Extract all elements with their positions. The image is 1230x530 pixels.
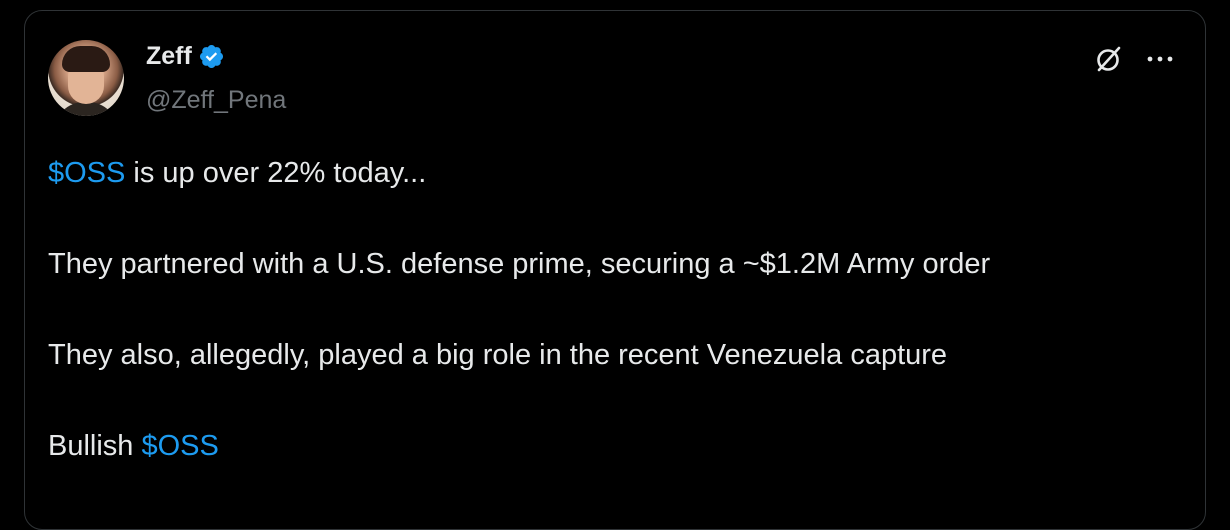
tweet-paragraph-2: They partnered with a U.S. defense prime… xyxy=(48,248,991,280)
avatar-hair xyxy=(62,46,110,72)
tweet-text: $OSS is up over 22% today... They partne… xyxy=(48,150,1198,514)
author-name-row: Zeff xyxy=(146,40,225,72)
verified-badge-icon[interactable] xyxy=(198,43,225,70)
tweet-text-segment: Bullish xyxy=(48,430,142,462)
tweet-text-segment: is up over 22% today... xyxy=(125,157,427,189)
author-handle[interactable]: @Zeff_Pena xyxy=(146,84,286,116)
cashtag-link[interactable]: $OSS xyxy=(142,430,219,462)
avatar[interactable] xyxy=(48,40,124,116)
avatar-shirt xyxy=(54,102,118,116)
tweet-paragraph-4: Bullish $OSS xyxy=(48,423,1198,469)
tweet-paragraph-1: $OSS is up over 22% today... xyxy=(48,150,1198,196)
cashtag-link[interactable]: $OSS xyxy=(48,157,125,189)
grok-icon[interactable] xyxy=(1092,42,1126,76)
author-display-name[interactable]: Zeff xyxy=(146,40,192,72)
tweet-paragraph-3: They also, allegedly, played a big role … xyxy=(48,339,948,371)
more-icon[interactable] xyxy=(1142,42,1178,76)
